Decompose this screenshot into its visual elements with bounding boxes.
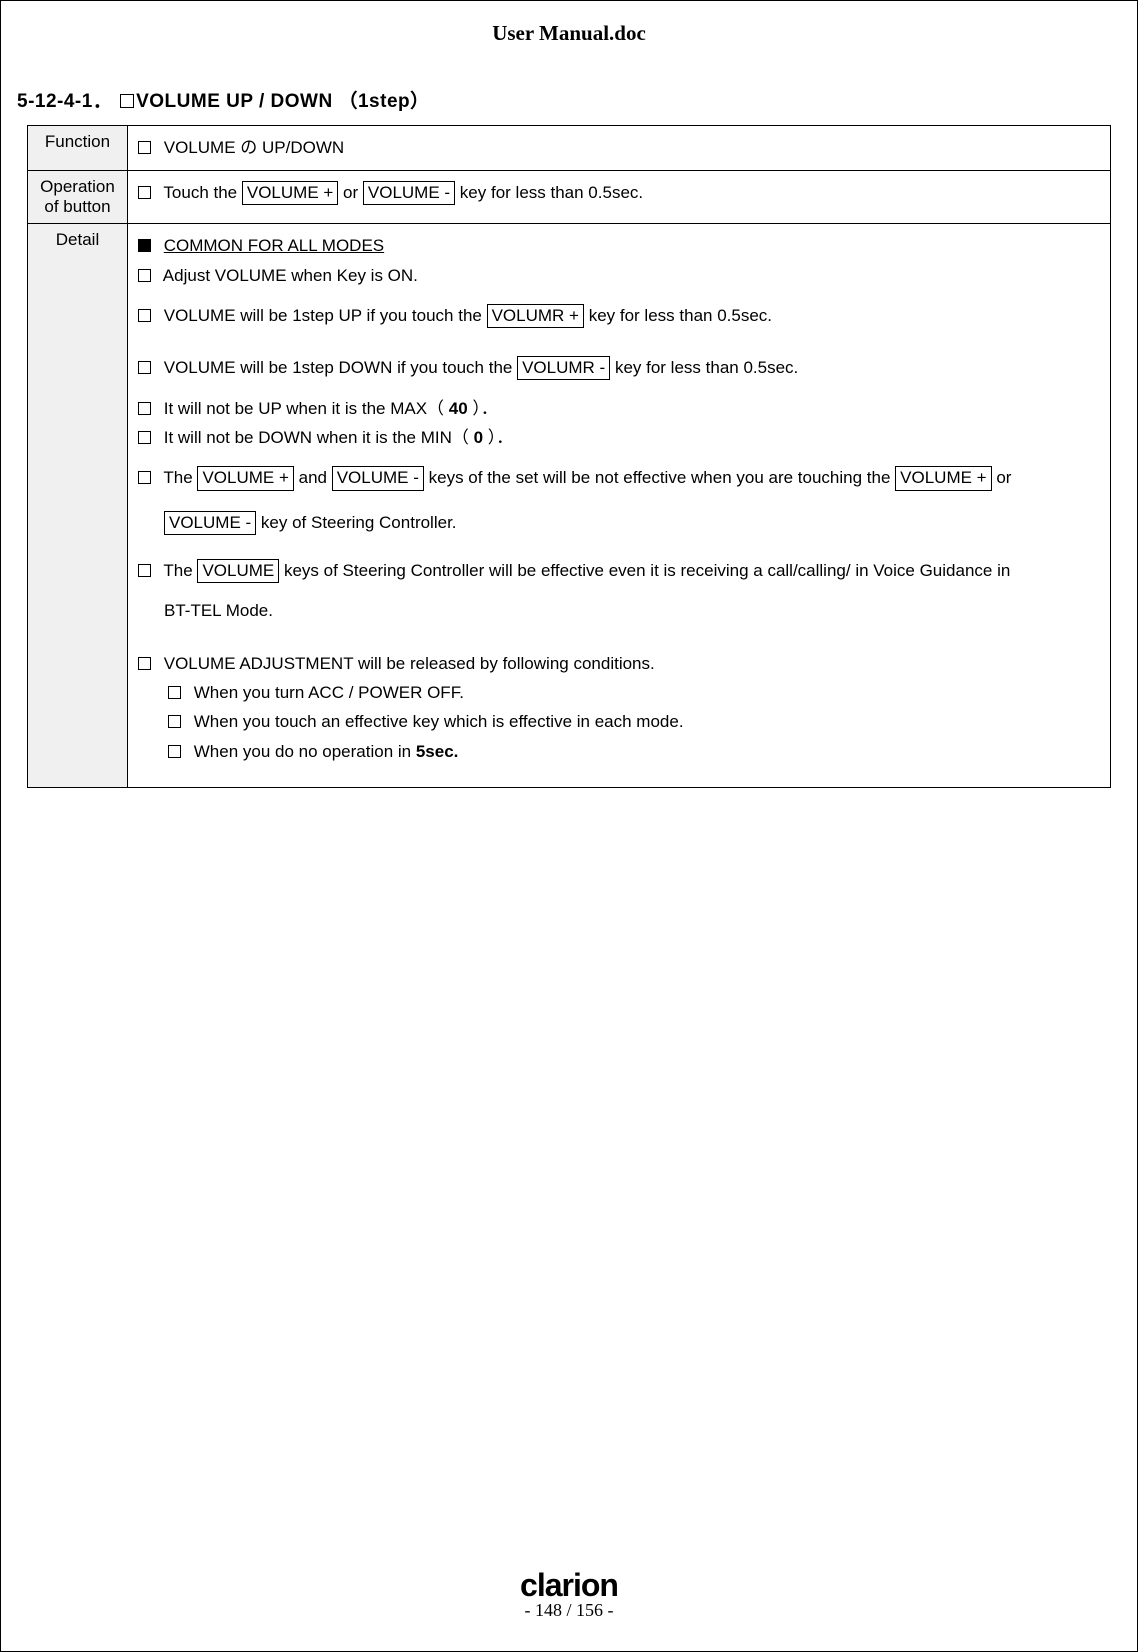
checkbox-icon [138,471,151,484]
document-title: User Manual.doc [11,21,1127,46]
detail-text: key for less than 0.5sec. [584,306,772,325]
detail-text: ）． [468,399,498,418]
section-title: VOLUME UP / DOWN （1step） [136,91,430,112]
key-volume-minus: VOLUME - [363,181,455,205]
checkbox-icon [138,186,151,199]
detail-text: or [992,468,1012,487]
timeout-value: 5sec. [416,742,459,761]
detail-text: keys of Steering Controller will be effe… [279,561,1010,580]
operation-post: key for less than 0.5sec. [455,183,643,202]
checkbox-icon [138,431,151,444]
detail-text: When you turn ACC / POWER OFF. [194,683,464,702]
detail-text: When you touch an effective key which is… [194,712,684,731]
row-label-function: Function [28,126,128,171]
checkbox-icon [120,94,134,108]
function-text: VOLUME の UP/DOWN [164,138,344,157]
filled-square-icon [138,239,151,252]
page-number: - 148 / 156 - [1,1600,1137,1621]
detail-text: It will not be DOWN when it is the MIN（ [164,428,474,447]
detail-text: key of Steering Controller. [256,513,456,532]
key-volume-plus: VOLUME + [242,181,338,205]
key-volumr-minus: VOLUMR - [517,356,610,380]
table-row-detail: Detail COMMON FOR ALL MODES Adjust VOLUM… [28,224,1111,788]
detail-text: BT-TEL Mode. [164,601,273,620]
detail-text: ）． [483,428,513,447]
checkbox-icon [138,269,151,282]
key-volume: VOLUME [197,559,279,583]
table-row-operation: Operation of button Touch the VOLUME + o… [28,171,1111,224]
max-value: 40 [449,399,468,418]
spec-table: Function VOLUME の UP/DOWN Operation of b… [27,125,1111,788]
checkbox-icon [138,361,151,374]
table-row-function: Function VOLUME の UP/DOWN [28,126,1111,171]
checkbox-icon [168,686,181,699]
key-volumr-plus: VOLUMR + [487,304,584,328]
common-header: COMMON FOR ALL MODES [164,236,384,255]
detail-text: VOLUME ADJUSTMENT will be released by fo… [164,654,655,673]
detail-text: When you do no operation in [194,742,416,761]
key-volume-minus: VOLUME - [164,511,256,535]
row-content-detail: COMMON FOR ALL MODES Adjust VOLUME when … [128,224,1111,788]
checkbox-icon [168,745,181,758]
section-heading: 5-12-4-1． VOLUME UP / DOWN （1step） [17,86,1127,113]
operation-pre: Touch the [163,183,241,202]
key-volume-plus: VOLUME + [895,466,991,490]
detail-text: The [163,561,197,580]
detail-text: The [163,468,197,487]
checkbox-icon [138,564,151,577]
detail-text: keys of the set will be not effective wh… [424,468,895,487]
detail-text: key for less than 0.5sec. [610,358,798,377]
checkbox-icon [138,309,151,322]
checkbox-icon [138,402,151,415]
brand-logo: clarion [1,1567,1137,1604]
min-value: 0 [474,428,483,447]
section-number: 5-12-4-1． [17,91,112,112]
checkbox-icon [168,715,181,728]
checkbox-icon [138,141,151,154]
row-label-detail: Detail [28,224,128,788]
row-content-function: VOLUME の UP/DOWN [128,126,1111,171]
detail-text: It will not be UP when it is the MAX（ [164,399,449,418]
detail-text: VOLUME will be 1step UP if you touch the [164,306,487,325]
page-footer: clarion - 148 / 156 - [1,1567,1137,1621]
row-content-operation: Touch the VOLUME + or VOLUME - key for l… [128,171,1111,224]
detail-text: VOLUME will be 1step DOWN if you touch t… [164,358,517,377]
checkbox-icon [138,657,151,670]
key-volume-plus: VOLUME + [197,466,293,490]
row-label-operation: Operation of button [28,171,128,224]
detail-text: and [294,468,332,487]
key-volume-minus: VOLUME - [332,466,424,490]
operation-mid: or [338,183,363,202]
detail-line: Adjust VOLUME when Key is ON. [163,266,418,285]
